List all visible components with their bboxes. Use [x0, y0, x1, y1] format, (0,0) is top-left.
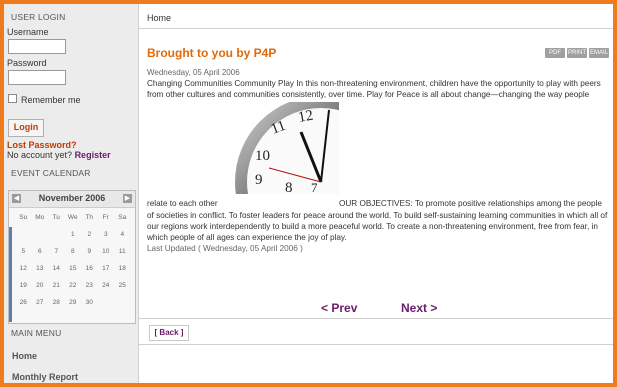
calendar-day[interactable]: 20 — [32, 279, 49, 296]
calendar-side-bar — [9, 227, 12, 322]
calendar-week: 19 20 21 22 23 24 25 — [15, 279, 131, 296]
footer-divider — [139, 318, 613, 319]
lost-password-link[interactable]: Lost Password? — [7, 140, 77, 150]
calendar-day[interactable]: 27 — [32, 296, 49, 313]
next-link[interactable]: Next > — [401, 301, 437, 315]
svg-text:7: 7 — [311, 180, 318, 194]
calendar-grid: Su Mo Tu We Th Fr Sa 1 2 3 4 5 6 7 8 9 1… — [15, 211, 131, 313]
svg-text:12: 12 — [297, 108, 315, 126]
objectives-text: OUR OBJECTIVES: To promote positive rela… — [339, 199, 602, 208]
breadcrumb-divider — [139, 28, 613, 29]
calendar-day[interactable]: 4 — [114, 228, 131, 245]
calendar-day[interactable]: 5 — [15, 245, 32, 262]
bottom-divider — [139, 344, 613, 345]
calendar-day[interactable]: 15 — [65, 262, 82, 279]
calendar-day[interactable]: 29 — [65, 296, 82, 313]
calendar-weekday-row: Su Mo Tu We Th Fr Sa — [15, 211, 131, 228]
calendar-day[interactable]: 6 — [32, 245, 49, 262]
weekday: Sa — [118, 214, 127, 221]
calendar-week: 5 6 7 8 9 10 11 — [15, 245, 131, 262]
prev-link[interactable]: < Prev — [321, 301, 357, 315]
calendar-day[interactable]: 17 — [98, 262, 115, 279]
calendar-day[interactable]: 8 — [65, 245, 82, 262]
password-input[interactable] — [8, 70, 66, 85]
calendar-day[interactable]: 1 — [65, 228, 82, 245]
calendar-day[interactable]: 21 — [48, 279, 65, 296]
username-input[interactable] — [8, 39, 66, 54]
calendar-day[interactable]: 14 — [48, 262, 65, 279]
relate-text: relate to each other — [147, 199, 218, 208]
calendar-day[interactable]: 11 — [114, 245, 131, 262]
calendar-day[interactable]: 12 — [15, 262, 32, 279]
login-title: USER LOGIN — [11, 12, 66, 22]
article-paragraph-1: Changing Communities Community Play In t… — [147, 79, 601, 99]
calendar-day[interactable]: 22 — [65, 279, 82, 296]
calendar-week: 26 27 28 29 30 — [15, 296, 131, 313]
register-line: No account yet? Register — [7, 150, 111, 160]
username-label: Username — [7, 27, 49, 37]
calendar-day[interactable]: 18 — [114, 262, 131, 279]
calendar-day[interactable]: 28 — [48, 296, 65, 313]
page-frame: USER LOGIN Username Password Remember me… — [0, 0, 617, 387]
calendar-day[interactable]: 3 — [98, 228, 115, 245]
clock-image: 11 12 10 9 8 7 — [229, 102, 339, 194]
svg-text:8: 8 — [285, 180, 293, 194]
calendar-day[interactable]: 16 — [81, 262, 98, 279]
calendar-week: 1 2 3 4 — [15, 228, 131, 245]
main-content: Home Brought to you by P4P PDF PRINT EMA… — [139, 4, 613, 383]
calendar-day[interactable]: 2 — [81, 228, 98, 245]
svg-text:10: 10 — [255, 148, 270, 164]
print-icon[interactable]: PRINT — [567, 48, 587, 58]
calendar-day[interactable]: 30 — [81, 296, 98, 313]
weekday: Su — [19, 214, 28, 221]
calendar-day[interactable]: 23 — [81, 279, 98, 296]
article-title[interactable]: Brought to you by P4P — [147, 46, 276, 60]
register-link[interactable]: Register — [75, 150, 111, 160]
calendar-day[interactable] — [48, 228, 65, 245]
calendar-month: November 2006 — [38, 193, 106, 203]
calendar-day[interactable]: 10 — [98, 245, 115, 262]
calendar-day[interactable]: 13 — [32, 262, 49, 279]
calendar-day[interactable] — [114, 296, 131, 313]
calendar-day[interactable]: 19 — [15, 279, 32, 296]
weekday: Mo — [35, 214, 45, 221]
login-button[interactable]: Login — [8, 119, 44, 137]
remember-label: Remember me — [21, 95, 81, 105]
article-paragraph-2: of societies in conflict. To foster lead… — [147, 211, 608, 242]
next-month-icon[interactable]: ▶ — [123, 194, 132, 203]
calendar-day[interactable]: 7 — [48, 245, 65, 262]
breadcrumb[interactable]: Home — [147, 13, 171, 23]
svg-text:9: 9 — [255, 172, 263, 188]
event-calendar-title: EVENT CALENDAR — [11, 168, 91, 178]
email-icon[interactable]: EMAIL — [589, 48, 609, 58]
calendar-day[interactable] — [32, 228, 49, 245]
no-account-text: No account yet? — [7, 150, 73, 160]
event-calendar: ◀ November 2006 ▶ Su Mo Tu We Th Fr Sa 1… — [8, 190, 136, 324]
calendar-header: ◀ November 2006 ▶ — [9, 191, 135, 208]
calendar-day[interactable] — [98, 296, 115, 313]
weekday: Th — [85, 214, 94, 221]
sidebar: USER LOGIN Username Password Remember me… — [4, 4, 139, 383]
calendar-day[interactable]: 26 — [15, 296, 32, 313]
main-menu-title: MAIN MENU — [11, 328, 62, 338]
weekday: We — [67, 214, 78, 221]
calendar-day[interactable]: 9 — [81, 245, 98, 262]
back-button[interactable]: [ Back ] — [149, 325, 189, 341]
remember-checkbox[interactable] — [8, 94, 17, 103]
clock-illustration: 11 12 10 9 8 7 — [235, 102, 339, 194]
article-date: Wednesday, 05 April 2006 — [147, 68, 240, 77]
weekday: Tu — [52, 214, 60, 221]
menu-item-monthly-report[interactable]: Monthly Report — [12, 372, 78, 382]
calendar-day[interactable]: 25 — [114, 279, 131, 296]
password-label: Password — [7, 58, 47, 68]
weekday: Fr — [102, 214, 109, 221]
calendar-day[interactable] — [15, 228, 32, 245]
calendar-day[interactable]: 24 — [98, 279, 115, 296]
last-updated: Last Updated ( Wednesday, 05 April 2006 … — [147, 244, 303, 253]
calendar-week: 12 13 14 15 16 17 18 — [15, 262, 131, 279]
menu-item-home[interactable]: Home — [12, 351, 37, 361]
pdf-icon[interactable]: PDF — [545, 48, 565, 58]
